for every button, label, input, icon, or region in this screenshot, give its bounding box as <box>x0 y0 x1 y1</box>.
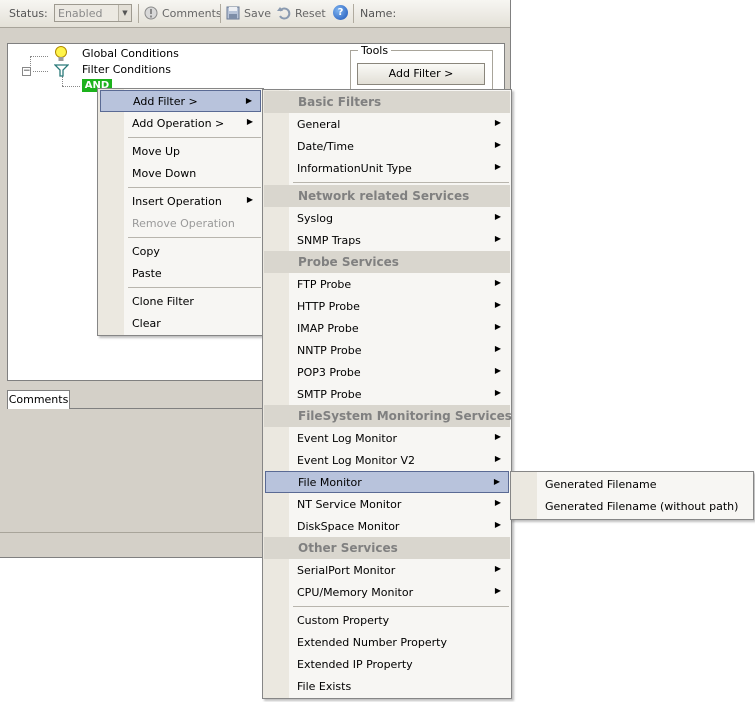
menu-separator <box>128 237 261 238</box>
submenu-arrow-icon: ▶ <box>494 564 501 573</box>
context-menu: Add Filter > ▶ Add Operation > ▶ Move Up… <box>97 88 264 336</box>
tab-comments[interactable]: Comments <box>7 390 70 409</box>
menu-item-informationunit-type[interactable]: InformationUnit Type ▶ <box>265 157 509 179</box>
menu-item-syslog[interactable]: Syslog ▶ <box>265 207 509 229</box>
submenu-arrow-icon: ▶ <box>494 212 501 221</box>
tree-line <box>33 71 48 72</box>
submenu-arrow-icon: ▶ <box>494 278 501 287</box>
submenu-arrow-icon: ▶ <box>494 586 501 595</box>
submenu-arrow-icon: ▶ <box>494 162 501 171</box>
submenu-arrow-icon: ▶ <box>245 96 252 105</box>
tree-line <box>62 86 80 87</box>
submenu-arrow-icon: ▶ <box>494 300 501 309</box>
menu-item-remove-operation: Remove Operation <box>132 217 235 230</box>
reset-button[interactable]: Reset <box>277 4 327 23</box>
comments-button[interactable]: Comments <box>144 4 222 23</box>
menu-item-diskspace-monitor[interactable]: DiskSpace Monitor ▶ <box>265 515 509 537</box>
menu-item-general[interactable]: General ▶ <box>265 113 509 135</box>
menu-item-add-operation[interactable]: Add Operation > ▶ <box>100 112 261 134</box>
menu-item-insert-operation[interactable]: Insert Operation ▶ <box>100 190 261 212</box>
tools-legend: Tools <box>358 44 392 57</box>
add-filter-submenu: Basic Filters General ▶ Date/Time ▶ Inform… <box>262 89 512 699</box>
menu-item-smtp-probe[interactable]: SMTP Probe ▶ <box>265 383 509 405</box>
submenu-arrow-icon: ▶ <box>494 366 501 375</box>
status-value: Enabled <box>58 7 103 20</box>
submenu-arrow-icon: ▶ <box>494 432 501 441</box>
toolbar-divider <box>220 4 221 23</box>
toolbar: Status: Enabled ▼ Comments Save Reset ? … <box>0 0 510 28</box>
save-icon <box>226 6 240 20</box>
menu-item-event-log-monitor-v2[interactable]: Event Log Monitor V2 ▶ <box>265 449 509 471</box>
menu-item-add-filter[interactable]: Add Filter > ▶ <box>100 90 261 112</box>
menu-item-copy[interactable]: Copy <box>100 240 261 262</box>
menu-item-pop3-probe[interactable]: POP3 Probe ▶ <box>265 361 509 383</box>
submenu-arrow-icon: ▶ <box>494 388 501 397</box>
menu-item-file-exists[interactable]: File Exists <box>265 675 509 697</box>
section-header-filesystem: FileSystem Monitoring Services <box>264 405 512 427</box>
menu-item-file-monitor[interactable]: File Monitor ▶ <box>265 471 509 493</box>
menu-item-generated-filename[interactable]: Generated Filename <box>513 473 751 495</box>
menu-separator <box>293 182 509 183</box>
global-conditions-node[interactable]: Global Conditions <box>82 47 179 60</box>
toolbar-divider <box>138 4 139 23</box>
tree-line <box>62 76 63 86</box>
add-filter-button[interactable]: Add Filter > <box>357 63 485 85</box>
menu-item-nt-service-monitor[interactable]: NT Service Monitor ▶ <box>265 493 509 515</box>
submenu-arrow-icon: ▶ <box>494 344 501 353</box>
menu-item-extended-ip-property[interactable]: Extended IP Property <box>265 653 509 675</box>
section-header-probe: Probe Services <box>264 251 510 273</box>
menu-item-cpu-memory-monitor[interactable]: CPU/Memory Monitor ▶ <box>265 581 509 603</box>
submenu-arrow-icon: ▶ <box>246 195 253 204</box>
section-header-other: Other Services <box>264 537 510 559</box>
submenu-arrow-icon: ▶ <box>494 322 501 331</box>
menu-item-http-probe[interactable]: HTTP Probe ▶ <box>265 295 509 317</box>
submenu-arrow-icon: ▶ <box>494 520 501 529</box>
menu-item-move-down[interactable]: Move Down <box>100 162 261 184</box>
save-button[interactable]: Save <box>226 4 271 23</box>
menu-item-nntp-probe[interactable]: NNTP Probe ▶ <box>265 339 509 361</box>
menu-separator <box>128 187 261 188</box>
submenu-arrow-icon: ▶ <box>246 117 253 126</box>
lightbulb-icon <box>55 46 67 61</box>
section-header-network: Network related Services <box>264 185 510 207</box>
menu-item-event-log-monitor[interactable]: Event Log Monitor ▶ <box>265 427 509 449</box>
name-label: Name: <box>360 7 397 20</box>
filter-funnel-icon <box>54 64 69 77</box>
submenu-arrow-icon: ▶ <box>494 140 501 149</box>
menu-item-extended-number-property[interactable]: Extended Number Property <box>265 631 509 653</box>
menu-item-snmp-traps[interactable]: SNMP Traps ▶ <box>265 229 509 251</box>
submenu-arrow-icon: ▶ <box>494 234 501 243</box>
menu-separator <box>128 287 261 288</box>
chevron-down-icon: ▼ <box>118 5 131 21</box>
section-header-basic: Basic Filters <box>264 91 510 113</box>
menu-item-generated-filename-without-path[interactable]: Generated Filename (without path) <box>513 495 751 517</box>
comment-icon <box>144 6 158 20</box>
menu-separator <box>293 606 509 607</box>
menu-item-clear[interactable]: Clear <box>100 312 261 334</box>
status-select[interactable]: Enabled ▼ <box>54 4 132 22</box>
help-icon[interactable]: ? <box>333 5 348 20</box>
tree-line <box>30 56 48 57</box>
collapse-icon[interactable]: − <box>22 67 31 76</box>
filter-conditions-node[interactable]: Filter Conditions <box>82 63 171 76</box>
toolbar-divider <box>353 4 354 23</box>
menu-item-ftp-probe[interactable]: FTP Probe ▶ <box>265 273 509 295</box>
menu-item-paste[interactable]: Paste <box>100 262 261 284</box>
submenu-arrow-icon: ▶ <box>494 498 501 507</box>
menu-item-datetime[interactable]: Date/Time ▶ <box>265 135 509 157</box>
submenu-arrow-icon: ▶ <box>494 454 501 463</box>
file-monitor-submenu: Generated Filename Generated Filename (w… <box>510 471 754 520</box>
menu-item-clone-filter[interactable]: Clone Filter <box>100 290 261 312</box>
menu-item-move-up[interactable]: Move Up <box>100 140 261 162</box>
submenu-arrow-icon: ▶ <box>494 118 501 127</box>
menu-item-imap-probe[interactable]: IMAP Probe ▶ <box>265 317 509 339</box>
menu-item-custom-property[interactable]: Custom Property <box>265 609 509 631</box>
submenu-arrow-icon: ▶ <box>493 477 500 486</box>
status-label: Status: <box>9 7 48 20</box>
menu-separator <box>128 137 261 138</box>
reset-icon <box>277 7 291 20</box>
menu-item-serialport-monitor[interactable]: SerialPort Monitor ▶ <box>265 559 509 581</box>
